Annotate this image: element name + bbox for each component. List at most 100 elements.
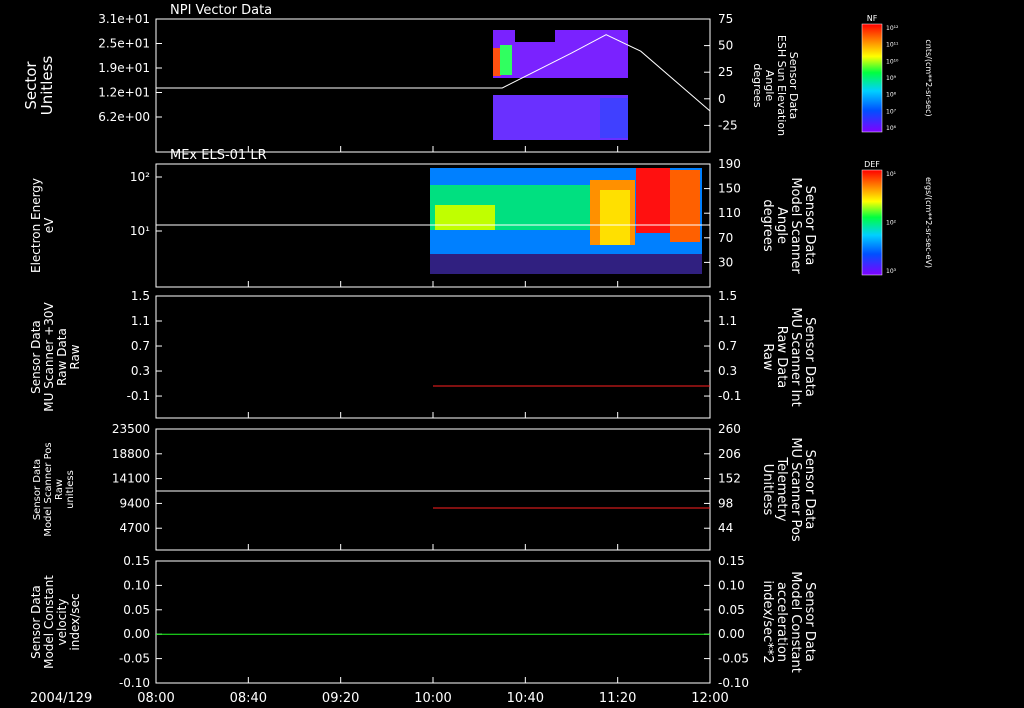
panel-2-rtick: 30	[718, 255, 733, 269]
colorbar-1-tick: 10⁸	[886, 92, 897, 99]
panel-1-rtick: 0	[718, 92, 726, 106]
panel-3-rtick: 0.3	[718, 364, 737, 378]
multi-panel-plot: 3.1e+01 2.5e+01 1.9e+01 1.2e+01 6.2e+00 75 50 2…	[22, 3, 933, 706]
panel-3-rtick: 0.7	[718, 339, 737, 353]
panel-4-ytick: 4700	[119, 521, 150, 535]
panel-5-right-label-line: Model Constant	[788, 571, 803, 673]
date-label: 2004/129	[30, 691, 92, 706]
panel-2-ylabel-line: eV	[42, 217, 56, 233]
colorbar-1-tick: 10⁹	[886, 75, 897, 82]
panel-4-ytick: 9400	[119, 496, 150, 510]
panel-4-rtick: 44	[718, 521, 733, 535]
panel-4-ylabel-line: Raw	[54, 479, 65, 500]
panel-1-ytick: 3.1e+01	[98, 12, 150, 26]
els-orange-tail	[670, 170, 700, 242]
panel-2-right-label-line: Sensor Data	[802, 186, 817, 266]
panel-4-ylabel-line: Sensor Data	[32, 459, 43, 520]
panel-4-ytick: 18800	[112, 447, 150, 461]
panel-3-ytick: 0.7	[131, 339, 150, 353]
panel-5-right-label-line: Sensor Data	[802, 582, 817, 662]
els-low-energy	[430, 254, 702, 274]
colorbar-2-tick: 10¹	[886, 171, 897, 178]
panel-2-right-label-line: Model Scanner	[788, 177, 803, 274]
time-tick-label: 12:00	[691, 691, 728, 706]
time-tick-label: 11:20	[599, 691, 636, 706]
panel-1-title: NPI Vector Data	[170, 3, 272, 18]
panel-4-ylabel-line: Model Scanner Pos	[43, 442, 54, 536]
panel-1-rtick: 25	[718, 65, 733, 79]
panel-3-rtick: -0.1	[718, 389, 741, 403]
panel-4-right-label-line: Sensor Data	[802, 450, 817, 530]
panel-5-ylabel-line: Model Constant	[42, 575, 56, 669]
colorbar-2-unit: ergs/(cm**2-sr-sec-eV)	[924, 177, 933, 268]
panel-5-right-label-line: acceleration	[774, 582, 789, 662]
time-tick-label: 08:00	[137, 691, 174, 706]
panel-4-ylabel-line: unitless	[65, 470, 76, 509]
panel-3-ytick: 0.3	[131, 364, 150, 378]
colorbar-1-unit: cnts/(cm**2-sr-sec)	[924, 39, 933, 116]
colorbar-1-tick: 10¹⁰	[886, 58, 899, 65]
panel-1-rtick: 75	[718, 12, 733, 26]
panel-4-rtick: 260	[718, 422, 741, 436]
time-tick-label: 10:40	[507, 691, 544, 706]
els-yellow-core	[600, 190, 630, 245]
npi-green-pixel	[500, 45, 512, 75]
panel-4-right-label-line: Telemetry	[774, 456, 789, 521]
panel-5-ytick: 0.15	[123, 554, 150, 568]
panel-1-ytick: 6.2e+00	[98, 110, 150, 124]
panel-5-rtick: 0.00	[718, 627, 745, 641]
panel-3-ylabel-line: Sensor Data	[29, 320, 43, 394]
panel-5-rtick: 0.05	[718, 603, 745, 617]
panel-3-right-label-line: MU Scanner Int	[788, 307, 803, 406]
panel-3-right-label-line: Raw Data	[774, 326, 789, 389]
panel-2-right-label-line: Angle	[774, 207, 789, 244]
panel-3-ytick: 1.5	[131, 289, 150, 303]
panel-1-ytick: 2.5e+01	[98, 37, 150, 51]
panel-4-rtick: 98	[718, 496, 733, 510]
colorbar-1	[861, 23, 883, 133]
colorbar-2-label: DEF	[864, 160, 880, 169]
colorbar-2	[861, 169, 883, 276]
panel-2-right-label-line: degrees	[760, 199, 775, 252]
npi-gap	[515, 30, 555, 42]
panel-5-ylabel-line: velocity	[55, 599, 69, 646]
panel-1-ytick: 1.9e+01	[98, 61, 150, 75]
panel-5-ytick: -0.05	[119, 652, 150, 666]
panel-4-ytick: 14100	[112, 472, 150, 486]
colorbar-2-tick: 10²	[886, 220, 897, 227]
panel-5-right-label-line: index/sec**2	[760, 580, 775, 663]
panel-5-rtick: 0.15	[718, 554, 745, 568]
panel-5-ylabel-line: Sensor Data	[29, 585, 43, 659]
panel-5-rtick: 0.10	[718, 578, 745, 592]
panel-5-frame	[155, 560, 711, 684]
panel-4-rtick: 206	[718, 447, 741, 461]
panel-1-rtick: 50	[718, 39, 733, 53]
panel-5-ylabel-line: index/sec	[68, 593, 82, 650]
panel-1-ytick: 1.2e+01	[98, 86, 150, 100]
panel-4-right-label-line: Unitless	[760, 464, 775, 516]
panel-4-frame	[155, 428, 711, 551]
panel-3-ytick: -0.1	[127, 389, 150, 403]
panel-3-ylabel-line: Raw Data	[55, 328, 69, 386]
panel-5-ytick: 0.05	[123, 603, 150, 617]
panel-2-rtick: 70	[718, 231, 733, 245]
npi-blue-block	[600, 98, 628, 138]
panel-2-rtick: 150	[718, 182, 741, 196]
panel-5-ytick: 0.10	[123, 578, 150, 592]
els-red-burst	[636, 168, 670, 233]
panel-3-rtick: 1.1	[718, 314, 737, 328]
panel-2-ytick: 10¹	[130, 224, 150, 238]
colorbar-1-label: NF	[867, 14, 878, 23]
panel-1-ylabel-line: Unitless	[38, 56, 56, 116]
colorbar-2-tick: 10³	[886, 268, 897, 275]
panel-4-rtick: 152	[718, 472, 741, 486]
panel-1-rtick: -25	[718, 118, 738, 132]
panel-1-right-label-line: degrees	[751, 63, 764, 108]
colorbar-1-tick: 10¹²	[886, 25, 899, 32]
panel-2-ytick: 10²	[130, 170, 150, 184]
panel-2-title: MEx ELS-01 LR	[170, 148, 267, 163]
panel-3-ytick: 1.1	[131, 314, 150, 328]
panel-3-right-label-line: Raw	[760, 343, 775, 371]
time-tick-label: 10:00	[414, 691, 451, 706]
time-tick-label: 09:20	[322, 691, 359, 706]
